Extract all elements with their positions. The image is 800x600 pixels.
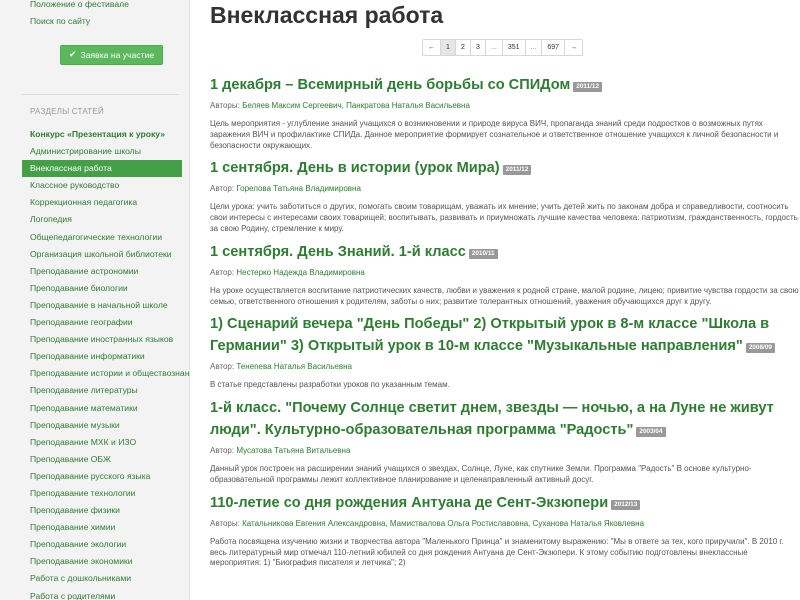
article-summary: В статье представлены разработки уроков … — [210, 380, 450, 390]
sidebar-item-7[interactable]: Организация школьной библиотеки — [0, 246, 189, 263]
sidebar-item-17[interactable]: Преподавание музыки — [0, 417, 189, 434]
article-item: 1) Сценарий вечера "День Победы" 2) Откр… — [210, 313, 800, 391]
pagination: ← 1 2 3... 351... 697 → — [422, 39, 584, 56]
sidebar-item-20[interactable]: Преподавание русского языка — [0, 468, 189, 485]
date-badge: 2012/13 — [611, 499, 641, 510]
sidebar-item-16[interactable]: Преподавание математики — [0, 400, 189, 417]
article-authors: Авторы: Катальникова Евгения Александров… — [210, 518, 800, 530]
article-title: 1 декабря – Всемирный день борьбы со СПИ… — [210, 74, 800, 96]
main-content: Внеклассная работа ← 1 2 3... 351... 697 → 1 д… — [210, 0, 800, 600]
article-item: 1 декабря – Всемирный день борьбы со СПИ… — [210, 74, 800, 151]
sidebar-item-22[interactable]: Преподавание физики — [0, 502, 189, 519]
sidebar-item-19[interactable]: Преподавание ОБЖ — [0, 451, 189, 468]
article-title-link[interactable]: 110-летие со дня рождения Антуана де Сен… — [210, 495, 608, 511]
authors-label: Автор: — [210, 362, 235, 372]
article-title: 1 сентября. День Знаний. 1-й класс 2010/1… — [210, 241, 800, 263]
article-title: 1 сентября. День в истории (урок Мира) 20… — [210, 157, 800, 179]
sidebar-item-18[interactable]: Преподавание МХК и ИЗО — [0, 434, 189, 451]
article-title-link[interactable]: 1 сентября. День в истории (урок Мира) — [210, 160, 500, 176]
page-2[interactable]: 2 — [455, 39, 471, 56]
authors-label: Автор: — [210, 267, 235, 277]
sidebar-item-9[interactable]: Преподавание биологии — [0, 280, 189, 297]
article-authors: Автор: Нестерко Надежда Владимировна — [210, 267, 800, 279]
article-summary: Цель мероприятия - углубление знаний уча… — [210, 119, 779, 150]
author-link[interactable]: Нестерко Надежда Владимировна — [236, 268, 364, 277]
sidebar-item-0[interactable]: Конкурс «Презентация к уроку» — [0, 126, 189, 143]
sidebar-item-15[interactable]: Преподавание литературы — [0, 382, 189, 399]
article-summary: Цели урока: учить заботиться о других, п… — [210, 202, 798, 233]
article-title: 110-летие со дня рождения Антуана де Сен… — [210, 492, 800, 514]
apply-button-label: Заявка на участие — [80, 49, 155, 60]
author-link[interactable]: Горелова Татьяна Владимировна — [236, 184, 361, 193]
sidebar-item-13[interactable]: Преподавание информатики — [0, 348, 189, 365]
article-authors: Авторы: Беляев Максим Сергеевич, Панкрат… — [210, 100, 800, 112]
date-badge: 2008/09 — [745, 343, 775, 354]
sidebar-item-5[interactable]: Логопедия — [0, 211, 189, 228]
apply-button[interactable]: ✔ Заявка на участие — [60, 44, 164, 65]
date-badge: 2010/11 — [468, 248, 498, 259]
page-title: Внеклассная работа — [210, 2, 444, 28]
article-title-link[interactable]: 1 сентября. День Знаний. 1-й класс — [210, 244, 466, 260]
article-authors: Автор: Горелова Татьяна Владимировна — [210, 183, 800, 195]
sidebar-item-26[interactable]: Работа с дошкольниками — [0, 570, 189, 587]
sections-heading: РАЗДЕЛЫ СТАТЕЙ — [30, 107, 104, 116]
article-item: 1 сентября. День Знаний. 1-й класс 2010/1… — [210, 241, 800, 308]
page-ellipsis: ... — [524, 39, 543, 56]
article-authors: Автор: Мусатова Татьяна Витальевна — [210, 445, 800, 457]
sidebar-top-links: Положение о фестивале Поиск по сайту — [0, 0, 189, 30]
author-link[interactable]: Мусатова Татьяна Витальевна — [236, 446, 350, 455]
sidebar-item-25[interactable]: Преподавание экономики — [0, 553, 189, 570]
article-summary: Данный урок построен на расширении знани… — [210, 464, 752, 484]
article-item: 110-летие со дня рождения Антуана де Сен… — [210, 492, 800, 569]
author-link[interactable]: Беляев Максим Сергеевич, Панкратова Ната… — [242, 101, 470, 110]
next-page-button[interactable]: → — [564, 39, 584, 56]
author-link[interactable]: Катальникова Евгения Александровна, Мами… — [242, 519, 644, 528]
article-title: 1) Сценарий вечера "День Победы" 2) Откр… — [210, 313, 800, 357]
sidebar-item-24[interactable]: Преподавание экологии — [0, 536, 189, 553]
page-351[interactable]: 351 — [501, 39, 526, 56]
article-item: 1-й класс. "Почему Солнце светит днем, з… — [210, 397, 800, 486]
sidebar-item-27[interactable]: Работа с родителями — [0, 588, 189, 600]
sidebar-item-6[interactable]: Общепедагогические технологии — [0, 229, 189, 246]
sidebar-item-11[interactable]: Преподавание географии — [0, 314, 189, 331]
page-ellipsis: ... — [485, 39, 503, 56]
page-3[interactable]: 3 — [470, 39, 486, 56]
sidebar-item-12[interactable]: Преподавание иностранных языков — [0, 331, 189, 348]
sections-list: Конкурс «Презентация к уроку» Администрир… — [0, 126, 189, 600]
article-title-link[interactable]: 1 декабря – Всемирный день борьбы со СПИ… — [210, 77, 570, 93]
authors-label: Авторы: — [210, 518, 240, 528]
sidebar-item-14[interactable]: Преподавание истории и обществознания — [0, 365, 189, 382]
page-697[interactable]: 697 — [541, 39, 566, 56]
authors-label: Авторы: — [210, 101, 240, 110]
sidebar-item-2[interactable]: Внеклассная работа — [22, 160, 182, 178]
sidebar: Положение о фестивале Поиск по сайту ✔ З… — [0, 0, 190, 600]
sidebar-item-3[interactable]: Классное руководство — [0, 177, 189, 194]
page-1[interactable]: 1 — [440, 39, 456, 56]
site-search-link[interactable]: Поиск по сайту — [0, 13, 189, 30]
checkmark-icon: ✔ — [69, 49, 77, 59]
date-badge: 2011/12 — [502, 165, 532, 176]
authors-label: Автор: — [210, 184, 235, 194]
sidebar-item-4[interactable]: Коррекционная педагогика — [0, 194, 189, 211]
date-badge: 2003/04 — [636, 427, 666, 438]
sidebar-item-23[interactable]: Преподавание химии — [0, 519, 189, 536]
date-badge: 2011/12 — [573, 82, 603, 92]
article-title-link[interactable]: 1) Сценарий вечера "День Победы" 2) Откр… — [210, 316, 769, 354]
article-item: 1 сентября. День в истории (урок Мира) 20… — [210, 157, 800, 234]
author-link[interactable]: Тенenева Наталья Васильевна — [236, 362, 352, 371]
festival-rules-link[interactable]: Положение о фестивале — [0, 0, 189, 13]
sidebar-item-8[interactable]: Преподавание астрономии — [0, 263, 189, 280]
sidebar-item-21[interactable]: Преподавание технологии — [0, 485, 189, 502]
article-list: 1 декабря – Всемирный день борьбы со СПИ… — [210, 74, 800, 575]
apply-button-wrap: ✔ Заявка на участие — [0, 34, 189, 88]
sidebar-item-1[interactable]: Администрирование школы — [0, 143, 189, 160]
sidebar-item-10[interactable]: Преподавание в начальной школе — [0, 297, 189, 314]
article-summary: Работа посвящена изучению жизни и творче… — [210, 536, 784, 568]
article-title: 1-й класс. "Почему Солнце светит днем, з… — [210, 397, 800, 441]
authors-label: Автор: — [210, 446, 235, 456]
article-title-link[interactable]: 1-й класс. "Почему Солнце светит днем, з… — [210, 400, 774, 438]
article-authors: Автор: Тенenева Наталья Васильевна — [210, 361, 800, 373]
prev-page-button[interactable]: ← — [422, 39, 441, 56]
article-summary: На уроке осуществляется воспитание патри… — [210, 285, 799, 306]
